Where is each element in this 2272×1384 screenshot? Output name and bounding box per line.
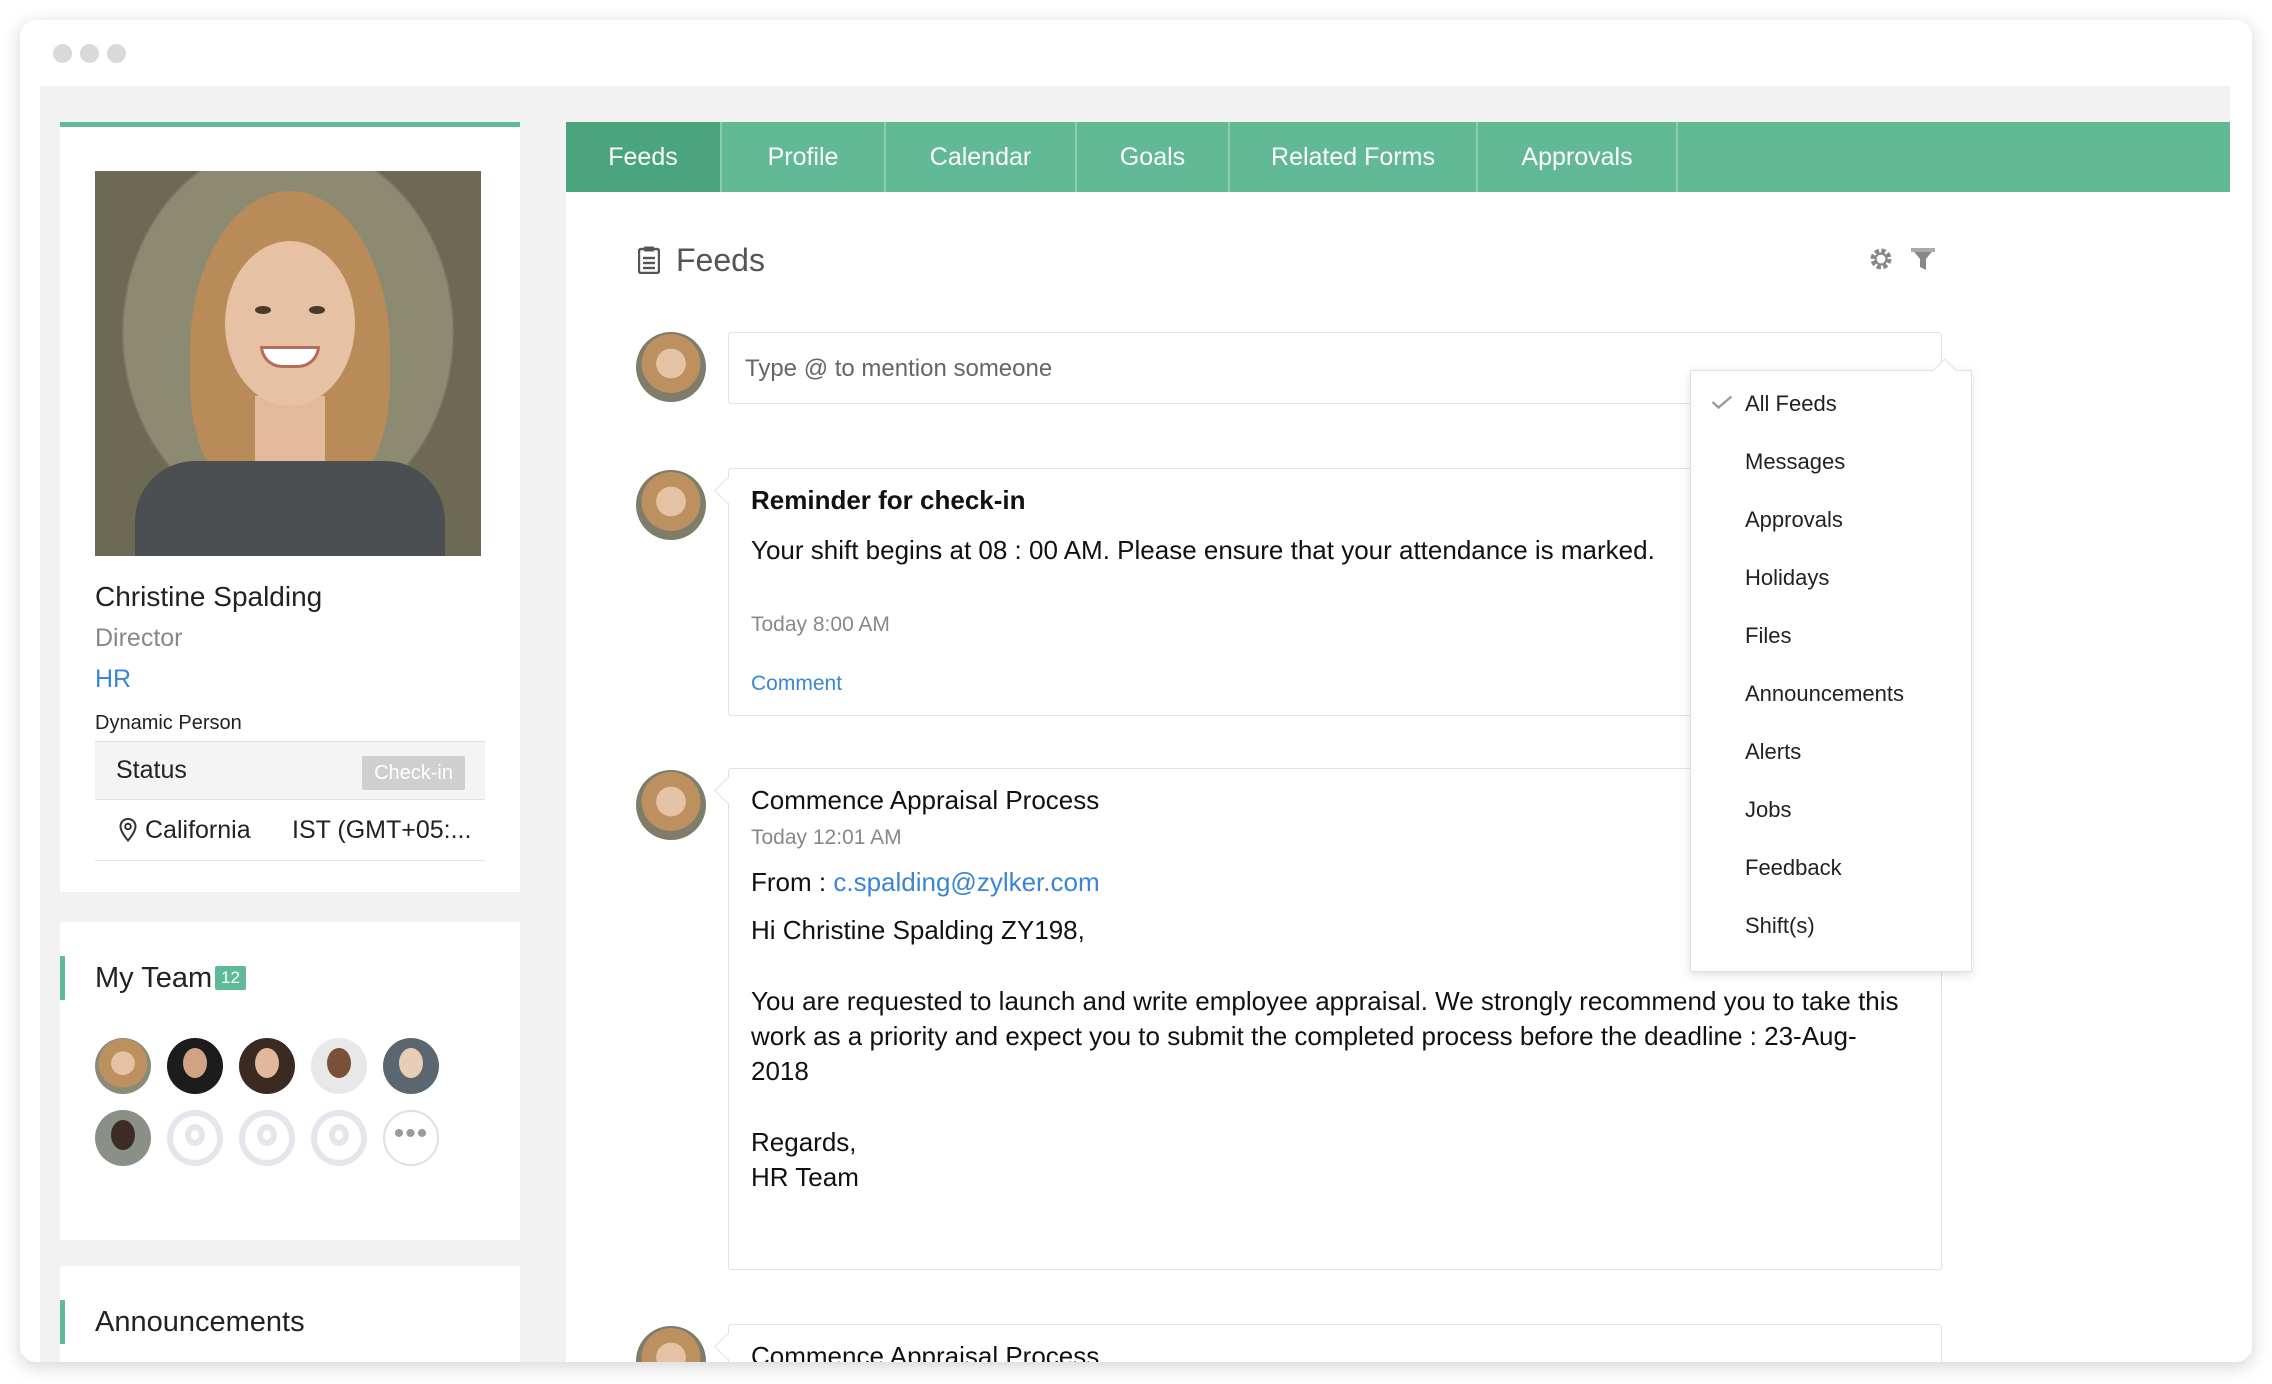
post-from: From : c.spalding@zylker.com <box>751 865 1100 900</box>
post-signoff: Regards, <box>751 1127 857 1157</box>
profile-name: Christine Spalding <box>95 581 323 612</box>
status-row: Status Check-in <box>95 741 485 799</box>
team-member-placeholder-avatar[interactable] <box>167 1110 223 1166</box>
filter-funnel-icon[interactable] <box>1908 244 1938 274</box>
window-minimize-dot[interactable] <box>80 44 99 63</box>
status-label: Status <box>116 756 187 784</box>
tab-approvals[interactable]: Approvals <box>1478 122 1678 192</box>
main-panel: Feeds Profile Calendar Goals Related For… <box>566 122 2230 1362</box>
feeds-list-icon <box>638 246 660 274</box>
settings-gear-icon[interactable] <box>1866 244 1896 274</box>
profile-tag: Dynamic Person <box>95 712 242 734</box>
team-count-badge: 12 <box>215 966 246 990</box>
filter-files[interactable]: Files <box>1745 623 1791 649</box>
tab-goals[interactable]: Goals <box>1077 122 1230 192</box>
post-title: Commence Appraisal Process <box>751 785 1100 815</box>
tab-bar: Feeds Profile Calendar Goals Related For… <box>566 122 2230 192</box>
mention-placeholder: Type @ to mention someone <box>745 355 1053 382</box>
from-email-link[interactable]: c.spalding@zylker.com <box>833 867 1099 897</box>
my-team-card: My Team 12 ••• <box>59 922 520 1240</box>
post-time: Today 12:01 AM <box>751 826 902 849</box>
profile-card: Christine Spalding Director HR Dynamic P… <box>60 122 520 892</box>
feed-filter-dropdown: All Feeds Messages Approvals Holidays Fi… <box>1690 370 1972 972</box>
filter-all-feeds[interactable]: All Feeds <box>1745 391 1837 417</box>
location-row: California IST (GMT+05:... <box>95 799 485 861</box>
post-title: Commence Appraisal Process <box>751 1341 1100 1362</box>
from-label: From : <box>751 867 827 897</box>
filter-feedback[interactable]: Feedback <box>1745 855 1842 881</box>
window-maximize-dot[interactable] <box>107 44 126 63</box>
team-member-avatar[interactable] <box>239 1038 295 1094</box>
team-member-placeholder-avatar[interactable] <box>239 1110 295 1166</box>
tab-feeds[interactable]: Feeds <box>566 122 722 192</box>
current-user-avatar <box>636 332 706 402</box>
feeds-heading: Feeds <box>676 242 765 278</box>
filter-jobs[interactable]: Jobs <box>1745 797 1791 823</box>
team-member-avatar[interactable] <box>95 1038 151 1094</box>
my-team-title: My Team <box>59 956 213 1000</box>
filter-shifts[interactable]: Shift(s) <box>1745 913 1815 939</box>
post-signature: HR Team <box>751 1162 859 1192</box>
post-body-line: You are requested to launch and write em… <box>751 986 1899 1016</box>
team-member-avatar[interactable] <box>383 1038 439 1094</box>
feed-post: Commence Appraisal Process <box>728 1324 1942 1362</box>
check-in-button[interactable]: Check-in <box>362 756 465 790</box>
location-city: California <box>145 816 251 844</box>
location-pin-icon <box>119 818 137 842</box>
post-time: Today 8:00 AM <box>751 613 890 636</box>
announcements-title: Announcements <box>60 1300 305 1344</box>
post-author-avatar <box>636 470 706 540</box>
post-body: Your shift begins at 08 : 00 AM. Please … <box>751 535 1655 565</box>
announcements-card: Announcements <box>60 1266 520 1362</box>
profile-department-link[interactable]: HR <box>95 665 131 694</box>
team-member-avatar[interactable] <box>167 1038 223 1094</box>
filter-holidays[interactable]: Holidays <box>1745 565 1829 591</box>
post-author-avatar <box>636 770 706 840</box>
checkmark-icon <box>1711 395 1733 409</box>
tab-profile[interactable]: Profile <box>722 122 886 192</box>
profile-role: Director <box>95 624 183 652</box>
team-member-avatar[interactable] <box>95 1110 151 1166</box>
window-close-dot[interactable] <box>53 44 72 63</box>
post-body-line: 2018 <box>751 1056 809 1086</box>
post-title: Reminder for check-in <box>751 485 1026 515</box>
browser-window: Christine Spalding Director HR Dynamic P… <box>20 20 2252 1362</box>
comment-link[interactable]: Comment <box>751 672 842 696</box>
app-content: Christine Spalding Director HR Dynamic P… <box>40 86 2230 1362</box>
tab-calendar[interactable]: Calendar <box>886 122 1077 192</box>
more-members-button[interactable]: ••• <box>383 1110 439 1166</box>
profile-photo <box>95 171 481 556</box>
filter-alerts[interactable]: Alerts <box>1745 739 1801 765</box>
post-body-line: work as a priority and expect you to sub… <box>751 1021 1857 1051</box>
filter-approvals[interactable]: Approvals <box>1745 507 1843 533</box>
post-author-avatar <box>636 1326 706 1362</box>
team-member-placeholder-avatar[interactable] <box>311 1110 367 1166</box>
window-titlebar <box>20 20 2252 86</box>
timezone: IST (GMT+05:... <box>292 816 472 844</box>
tab-related-forms[interactable]: Related Forms <box>1230 122 1478 192</box>
filter-announcements[interactable]: Announcements <box>1745 681 1904 707</box>
filter-messages[interactable]: Messages <box>1745 449 1845 475</box>
post-greeting: Hi Christine Spalding ZY198, <box>751 915 1085 945</box>
team-member-avatar[interactable] <box>311 1038 367 1094</box>
